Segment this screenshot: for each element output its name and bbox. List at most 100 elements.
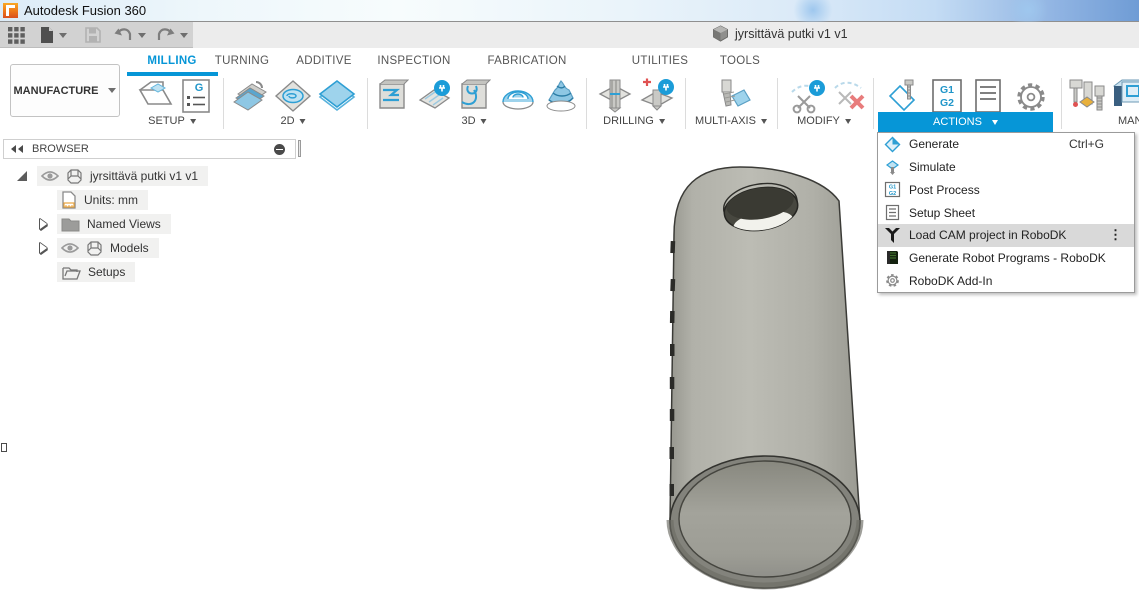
redo-button[interactable] — [156, 26, 188, 44]
minimize-browser-icon[interactable] — [274, 144, 285, 155]
file-menu-button[interactable] — [40, 26, 67, 44]
app-title: Autodesk Fusion 360 — [24, 3, 146, 18]
eye-visible-icon[interactable] — [61, 242, 79, 254]
group-label-drilling[interactable]: DRILLING — [603, 115, 665, 127]
tab-milling[interactable]: MILLING — [147, 55, 196, 67]
2d-adaptive-icon[interactable] — [232, 78, 270, 119]
tube-open-end[interactable] — [670, 456, 860, 588]
menu-shortcut: Ctrl+G — [1069, 137, 1104, 151]
tab-fabrication[interactable]: FABRICATION — [487, 55, 566, 67]
component-cube-icon — [66, 168, 83, 185]
viewport-artifact-glyph — [1, 443, 7, 452]
tree-label-named-views: Named Views — [87, 217, 161, 231]
menu-item-robodk-addin[interactable]: RoboDK Add-In — [878, 269, 1134, 292]
tree-row-units[interactable]: Units: mm — [57, 190, 148, 210]
3d-pocket-icon[interactable] — [457, 78, 491, 119]
svg-text:G: G — [195, 82, 204, 94]
apps-grid-icon[interactable] — [8, 26, 25, 44]
group-separator — [367, 78, 368, 129]
folder-icon — [61, 217, 80, 232]
tree-row-setups[interactable]: Setups — [57, 262, 135, 282]
trim-toolpath-icon[interactable] — [790, 78, 827, 119]
setup-sheet-icon — [884, 204, 901, 221]
group-label-manage[interactable]: MANAGE — [1118, 115, 1139, 127]
model-cube-icon — [712, 25, 729, 42]
tab-additive[interactable]: ADDITIVE — [296, 55, 351, 67]
group-label-2d[interactable]: 2D — [280, 115, 305, 127]
group-separator — [1061, 78, 1062, 129]
tab-utilities[interactable]: UTILITIES — [632, 55, 688, 67]
group-label-3d[interactable]: 3D — [461, 115, 486, 127]
group-label-multi-axis[interactable]: MULTI-AXIS — [695, 115, 767, 127]
workspace-selector-button[interactable]: MANUFACTURE — [10, 64, 120, 117]
menu-item-load-cam-robodk[interactable]: Load CAM project in RoboDK ⋮ — [878, 224, 1134, 247]
tab-turning[interactable]: TURNING — [215, 55, 270, 67]
tab-inspection[interactable]: INSPECTION — [377, 55, 450, 67]
tap-icon[interactable] — [639, 78, 675, 119]
tab-tools[interactable]: TOOLS — [720, 55, 760, 67]
robodk-programs-icon — [884, 249, 901, 266]
gcode-document-icon[interactable]: G — [181, 78, 211, 119]
group-separator — [223, 78, 224, 129]
3d-adaptive-icon[interactable] — [375, 78, 409, 119]
group-label-setup[interactable]: SETUP — [148, 115, 196, 127]
save-icon[interactable] — [85, 26, 101, 44]
tree-row-models[interactable]: Models — [40, 238, 159, 258]
3d-spiral-icon[interactable] — [543, 78, 579, 119]
undo-button[interactable] — [114, 26, 146, 44]
menu-item-generate-robot-programs[interactable]: Generate Robot Programs - RoboDK — [878, 247, 1134, 270]
document-title: jyrsittävä putki v1 v1 — [735, 27, 848, 41]
tool-library-icon[interactable] — [1068, 78, 1108, 121]
menu-item-simulate[interactable]: Simulate — [878, 156, 1134, 179]
2d-pocket-icon[interactable] — [274, 78, 312, 119]
menu-item-setup-sheet[interactable]: Setup Sheet — [878, 201, 1134, 224]
tree-label-setups: Setups — [88, 265, 125, 279]
dropdown-caret-icon — [761, 119, 767, 124]
svg-text:G1: G1 — [940, 84, 954, 96]
drill-icon[interactable] — [598, 78, 632, 119]
browser-panel-header[interactable]: BROWSER — [3, 139, 296, 159]
document-tab[interactable]: jyrsittävä putki v1 v1 — [712, 25, 848, 42]
collapsed-triangle-icon[interactable] — [40, 219, 47, 229]
robodk-gear-icon — [884, 272, 901, 289]
delete-toolpath-icon[interactable] — [833, 78, 867, 119]
3d-circular-icon[interactable] — [500, 78, 536, 119]
svg-text:G2: G2 — [889, 191, 896, 197]
tree-label-models: Models — [110, 241, 149, 255]
browser-title: BROWSER — [32, 143, 89, 155]
menu-item-options-icon[interactable]: ⋮ — [1109, 227, 1122, 243]
group-label-modify[interactable]: MODIFY — [797, 115, 851, 127]
menu-item-generate[interactable]: Generate Ctrl+G — [878, 133, 1134, 156]
svg-text:G2: G2 — [940, 97, 954, 109]
dropdown-caret-icon — [138, 33, 146, 38]
document-tab-strip — [193, 22, 1139, 48]
dropdown-caret-icon — [108, 88, 116, 93]
menu-item-post-process[interactable]: G1G2 Post Process — [878, 178, 1134, 201]
expanded-triangle-icon[interactable] — [17, 171, 27, 181]
tree-row-named-views[interactable]: Named Views — [40, 214, 171, 234]
generate-icon — [884, 136, 901, 153]
group-separator — [586, 78, 587, 129]
fusion-360-logo-icon — [3, 3, 18, 18]
swarf-icon[interactable] — [712, 78, 752, 119]
collapsed-triangle-icon[interactable] — [40, 243, 47, 253]
face-icon[interactable] — [318, 78, 356, 119]
units-document-icon — [61, 191, 77, 209]
dropdown-caret-icon — [845, 119, 851, 124]
dropdown-caret-icon — [992, 120, 998, 125]
tree-label-root: jyrsittävä putki v1 v1 — [90, 169, 198, 183]
setup-icon[interactable] — [137, 78, 174, 119]
group-separator — [873, 78, 874, 129]
workspace-selector-label: MANUFACTURE — [14, 85, 99, 97]
tree-row-root[interactable]: jyrsittävä putki v1 v1 — [17, 166, 208, 186]
panel-resize-grip[interactable] — [298, 140, 301, 157]
group-label-actions[interactable]: ACTIONS — [878, 112, 1053, 132]
collapse-panel-icon[interactable] — [11, 145, 25, 153]
component-cube-icon — [86, 240, 103, 257]
3d-parallel-icon[interactable] — [416, 78, 453, 119]
actions-dropdown-menu: Generate Ctrl+G Simulate G1G2 Post Proce… — [877, 132, 1135, 293]
dropdown-caret-icon — [59, 33, 67, 38]
robodk-load-icon — [884, 227, 901, 244]
eye-visible-icon[interactable] — [41, 170, 59, 182]
tree-label-units: Units: mm — [84, 193, 138, 207]
